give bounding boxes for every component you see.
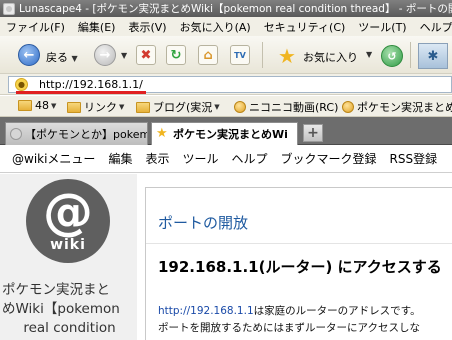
favorites-button[interactable]: お気に入り [303,49,358,65]
atwiki-logo[interactable]: @ wiki [26,179,110,263]
back-dropdown-icon[interactable]: ▼ [72,54,78,63]
page-globe-icon: ● [15,78,28,91]
view-menu-item[interactable]: 表示 [145,150,169,167]
at-sign-icon: @ [43,183,93,241]
home-icon: ⌂ [203,47,213,63]
router-link[interactable]: http://192.168.1.1 [158,305,254,317]
menu-view[interactable]: 表示(V) [128,19,166,35]
chevron-down-icon: ▼ [119,103,125,111]
forward-arrow-icon: → [99,47,111,63]
history-icon: ↺ [387,49,397,63]
tab-bar: 【ポケモンとか】pokem ★ ポケモン実況まとめWi + [0,117,452,145]
stop-button[interactable]: ✖ [136,45,156,65]
forward-dropdown-icon[interactable]: ▼ [121,51,127,60]
rss-menu-item[interactable]: RSS登録 [390,150,438,167]
toolbar-separator [410,42,411,68]
page-icon [10,128,22,140]
back-arrow-icon: ← [23,47,35,63]
wiki-menu-item[interactable]: @wikiメニュー [12,150,95,167]
menu-edit[interactable]: 編集(E) [78,19,116,35]
tools-menu-item[interactable]: ツール [182,150,218,167]
links-bar: 48 ▼ リンク ▼ ブログ(実況 ▼ ニコニコ動画(RC) ポケモン実況まとめ [0,96,452,117]
history-button[interactable]: ↺ [381,45,403,67]
stop-icon: ✖ [140,47,152,63]
folder-icon [136,101,150,113]
tv-icon: TV [234,50,246,60]
wiki-logo-text: wiki [50,237,86,253]
sidebar: @ wiki ポケモン実況まと めWiki【pokemon real condi… [0,174,137,340]
chevron-down-icon: ▼ [214,103,220,111]
address-url[interactable]: http://192.168.1.1/ [39,78,143,91]
page-content: @ wiki ポケモン実況まと めWiki【pokemon real condi… [0,174,452,340]
menu-security[interactable]: セキュリティ(C) [264,19,346,35]
menu-bar: ファイル(F) 編集(E) 表示(V) お気に入り(A) セキュリティ(C) ツ… [0,17,452,36]
new-tab-button[interactable]: + [303,124,323,142]
tab-pokemon-toka[interactable]: 【ポケモンとか】pokem [5,122,148,145]
folder-icon [18,100,32,111]
tab-pokemon-wiki[interactable]: ★ ポケモン実況まとめWi [151,122,298,145]
link-pokemon-wiki[interactable]: ポケモン実況まとめ [342,99,452,115]
menu-file[interactable]: ファイル(F) [6,19,65,35]
site-icon [234,101,246,113]
menu-tools[interactable]: ツール(T) [358,19,406,35]
red-underline-annotation [16,91,146,94]
edit-menu-item[interactable]: 編集 [108,150,132,167]
folder-icon [67,101,81,113]
tv-button[interactable]: TV [230,45,250,65]
favorites-star-icon[interactable]: ★ [276,44,298,68]
link-folder-48[interactable]: 48 ▼ [18,99,56,112]
chevron-down-icon: ▼ [51,101,57,110]
window-title: Lunascape4 - [ポケモン実況まとめWiki【pokemon real… [19,3,452,15]
menu-help[interactable]: ヘルプ [420,19,452,35]
site-name[interactable]: ポケモン実況まと めWiki【pokemon real condition [2,281,137,338]
forward-button[interactable]: → [94,44,116,66]
window-titlebar: Lunascape4 - [ポケモン実況まとめWiki【pokemon real… [0,0,452,17]
plus-icon: + [307,125,319,141]
title-divider [146,243,452,244]
link-folder-blog[interactable]: ブログ(実況 ▼ [136,99,220,115]
link-niconico[interactable]: ニコニコ動画(RC) [234,99,338,115]
menu-favorites[interactable]: お気に入り(A) [180,19,251,35]
back-button[interactable]: ← [18,44,40,66]
navigation-toolbar: ← 戻る ▼ → ▼ ✖ ↻ ⌂ TV ★ お気に入り ▼ ↺ ✱ [0,36,452,74]
site-icon [342,101,354,113]
reload-button[interactable]: ↻ [166,45,186,65]
reload-icon: ↻ [170,47,182,63]
link-folder-links[interactable]: リンク ▼ [67,99,124,115]
home-button[interactable]: ⌂ [198,45,218,65]
section-heading: 192.168.1.1(ルーター) にアクセスする [158,258,442,276]
star-icon: ★ [156,126,168,141]
panel-button[interactable]: ✱ [418,43,448,69]
lunascape-app-icon [3,2,15,15]
bookmark-menu-item[interactable]: ブックマーク登録 [281,150,377,167]
back-label[interactable]: 戻る ▼ [46,49,78,65]
address-bar: ● http://192.168.1.1/ [0,74,452,95]
panel-icon: ✱ [427,48,439,64]
help-menu-item[interactable]: ヘルプ [231,150,267,167]
main-article: ポートの開放 192.168.1.1(ルーター) にアクセスする http://… [145,187,452,340]
article-paragraph: http://192.168.1.1は家庭のルーターのアドレスです。 ポートを開… [158,305,421,334]
page-title: ポートの開放 [158,214,249,232]
favorites-dropdown-icon[interactable]: ▼ [366,50,372,59]
toolbar-separator [262,42,263,68]
wiki-menu-bar: @wikiメニュー 編集 表示 ツール ヘルプ ブックマーク登録 RSS登録 [0,145,452,173]
